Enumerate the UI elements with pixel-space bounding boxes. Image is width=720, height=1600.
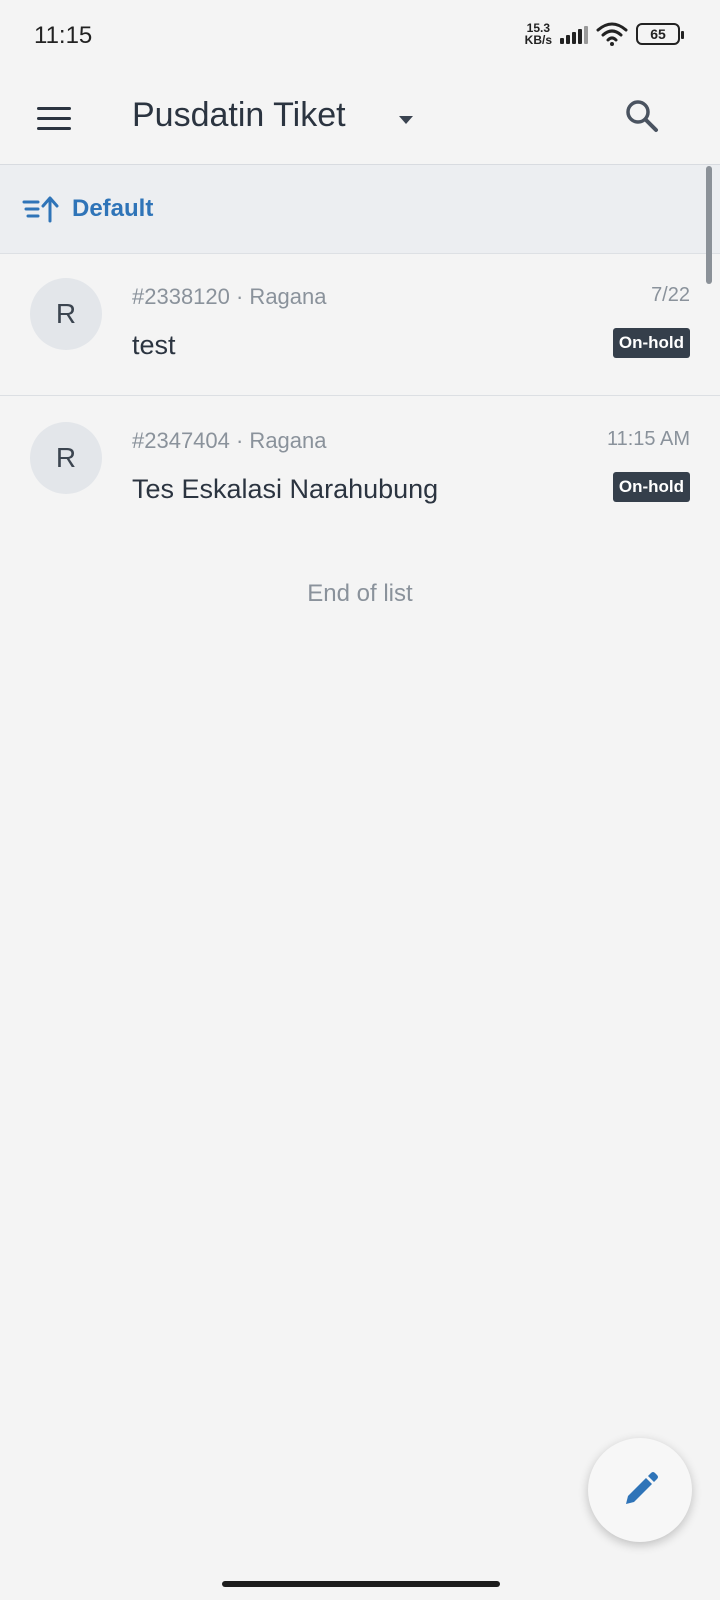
status-indicators: 15.3 KB/s 65 bbox=[525, 22, 684, 46]
ticket-subject: test bbox=[132, 330, 176, 360]
page-title[interactable]: Pusdatin Tiket bbox=[132, 96, 346, 135]
ticket-id-requester: #2338120 · Ragana bbox=[132, 284, 327, 309]
status-badge: On-hold bbox=[612, 472, 690, 502]
avatar: R bbox=[30, 278, 102, 350]
ticket-time: 11:15 AM bbox=[606, 428, 690, 450]
status-badge: On-hold bbox=[612, 328, 690, 358]
signal-icon bbox=[560, 24, 588, 44]
caret-down-icon[interactable] bbox=[394, 108, 418, 132]
ticket-time: 7/22 bbox=[651, 284, 690, 306]
compose-ticket-button[interactable] bbox=[588, 1438, 692, 1542]
ticket-id-requester: #2347404 · Ragana bbox=[132, 428, 327, 453]
end-of-list-label: End of list bbox=[307, 580, 413, 607]
pencil-icon bbox=[626, 1472, 658, 1504]
sort-ascending-icon bbox=[22, 196, 59, 223]
avatar: R bbox=[30, 422, 102, 494]
status-time: 11:15 bbox=[34, 22, 93, 49]
sort-bar[interactable]: Default bbox=[0, 164, 720, 254]
battery-icon: 65 bbox=[636, 23, 684, 45]
sort-label: Default bbox=[72, 195, 154, 222]
menu-icon[interactable] bbox=[30, 94, 78, 142]
ticket-row[interactable]: R #2338120 · Ragana 7/22 test On-hold bbox=[0, 250, 720, 396]
home-indicator[interactable] bbox=[222, 1581, 500, 1587]
app-bar: Pusdatin Tiket bbox=[0, 72, 720, 164]
wifi-icon bbox=[596, 22, 628, 46]
network-speed: 15.3 KB/s bbox=[525, 22, 552, 46]
search-icon[interactable] bbox=[618, 92, 666, 140]
status-bar: 11:15 15.3 KB/s 65 bbox=[0, 0, 720, 72]
ticket-subject: Tes Eskalasi Narahubung bbox=[132, 474, 439, 504]
ticket-row[interactable]: R #2347404 · Ragana 11:15 AM Tes Eskalas… bbox=[0, 394, 720, 540]
network-speed-unit: KB/s bbox=[524, 33, 552, 47]
